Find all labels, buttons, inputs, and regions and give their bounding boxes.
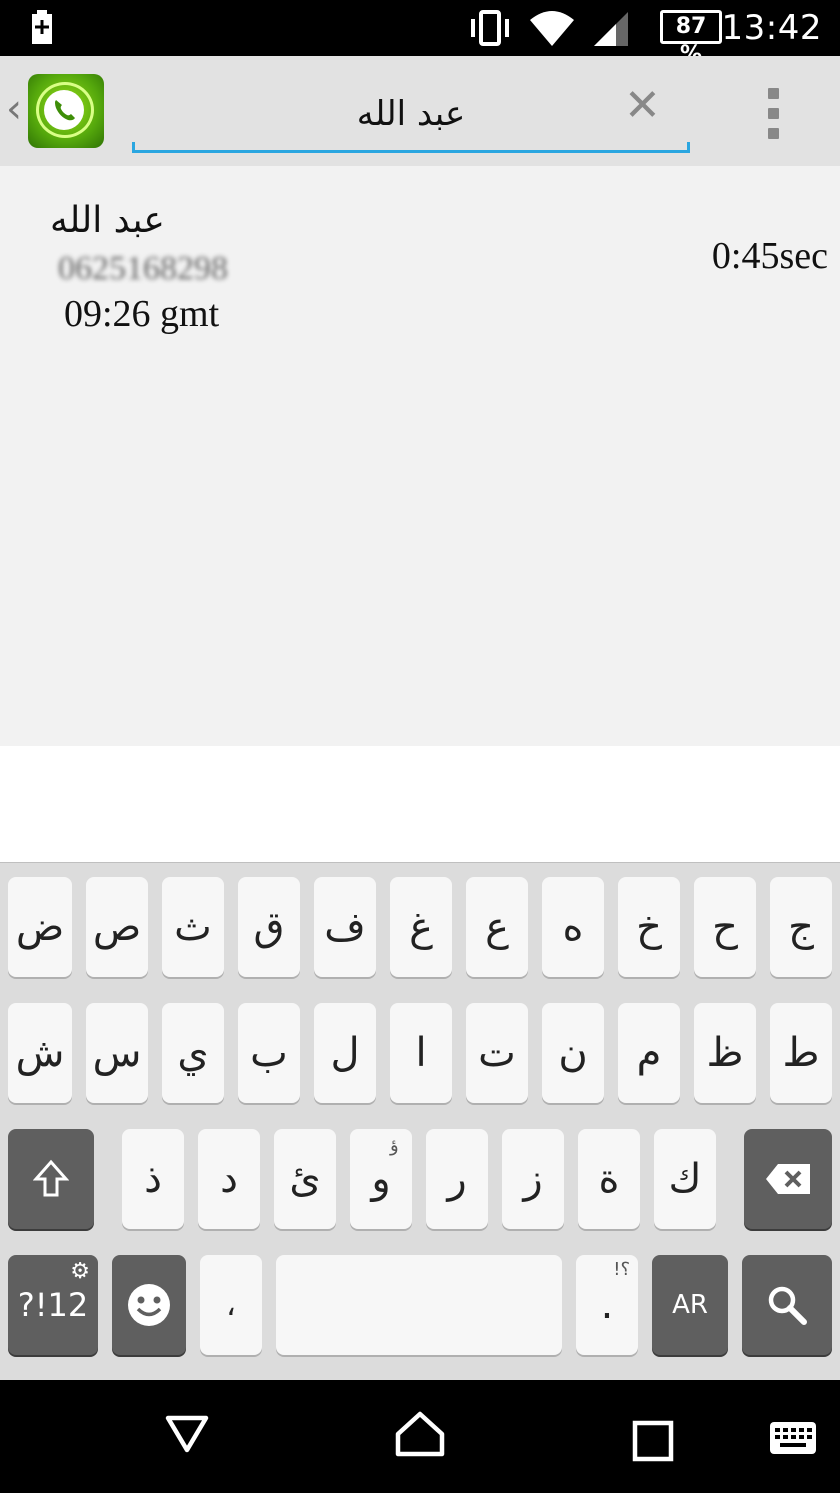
vibrate-icon <box>471 10 509 46</box>
signal-icon <box>594 12 628 46</box>
key-label: . <box>600 1282 614 1328</box>
backspace-icon <box>766 1164 810 1194</box>
contact-number: 0625168298 <box>58 250 228 287</box>
search-input[interactable] <box>132 76 690 152</box>
clear-icon[interactable]: ✕ <box>624 84 661 128</box>
contact-name: عبد الله <box>50 200 165 241</box>
backspace-key[interactable] <box>744 1129 832 1229</box>
app-phone-icon[interactable] <box>28 74 104 148</box>
wifi-icon <box>530 11 574 46</box>
key[interactable]: ع <box>466 877 528 977</box>
battery-indicator: 87 % <box>660 10 722 67</box>
settings-gear-icon: ⚙ <box>70 1259 90 1284</box>
search-key[interactable] <box>742 1255 832 1355</box>
key[interactable]: ة <box>578 1129 640 1229</box>
key[interactable]: ت <box>466 1003 528 1103</box>
overflow-menu-icon[interactable] <box>768 88 780 140</box>
battery-charging-icon <box>32 10 52 44</box>
emoji-icon <box>128 1284 170 1326</box>
key[interactable]: غ <box>390 877 452 977</box>
key[interactable]: ظ <box>694 1003 756 1103</box>
key[interactable]: ا <box>390 1003 452 1103</box>
keyboard-switch-icon[interactable] <box>768 1420 818 1456</box>
home-icon[interactable] <box>394 1410 446 1458</box>
key[interactable]: ي <box>162 1003 224 1103</box>
key[interactable]: ض <box>8 877 72 977</box>
key[interactable]: ص <box>86 877 148 977</box>
soft-keyboard: ض ص ث ق ف غ ع ه خ ح ج ش س ي ب ل ا ت ن م … <box>0 862 840 1381</box>
key[interactable]: ح <box>694 877 756 977</box>
shift-icon <box>33 1159 69 1197</box>
shift-key[interactable] <box>8 1129 94 1229</box>
key[interactable]: ث <box>162 877 224 977</box>
key[interactable]: ك <box>654 1129 716 1229</box>
key[interactable]: س <box>86 1003 148 1103</box>
search-underline <box>132 142 690 153</box>
key[interactable]: ه <box>542 877 604 977</box>
key-hint: !؟ <box>613 1259 630 1280</box>
key[interactable]: ذ <box>122 1129 184 1229</box>
emoji-key[interactable] <box>112 1255 186 1355</box>
space-key[interactable] <box>276 1255 562 1355</box>
key[interactable]: م <box>618 1003 680 1103</box>
key[interactable]: ن <box>542 1003 604 1103</box>
language-key[interactable]: AR <box>652 1255 728 1355</box>
key-with-hint[interactable]: ؤ و <box>350 1129 412 1229</box>
key[interactable]: ش <box>8 1003 72 1103</box>
key[interactable]: ط <box>770 1003 832 1103</box>
key[interactable]: ف <box>314 877 376 977</box>
status-bar: 87 % 13:42 <box>0 0 840 67</box>
call-duration: 0:45sec <box>711 235 828 277</box>
search-box[interactable] <box>132 76 690 156</box>
key[interactable]: ر <box>426 1129 488 1229</box>
call-log-list: عبد الله 0625168298 09:26 gmt 0:45sec <box>0 166 840 740</box>
key-hint: ؤ <box>390 1135 399 1156</box>
key-label: و <box>371 1156 391 1202</box>
comma-key[interactable]: ، <box>200 1255 262 1355</box>
symbols-key[interactable]: ⚙ ?!12 <box>8 1255 98 1355</box>
key[interactable]: ب <box>238 1003 300 1103</box>
back-icon[interactable] <box>164 1412 210 1456</box>
symbols-label: ?!12 <box>17 1286 89 1324</box>
recents-icon[interactable] <box>632 1420 674 1462</box>
status-time: 13:42 <box>721 8 822 48</box>
key[interactable]: ئ <box>274 1129 336 1229</box>
key[interactable]: ز <box>502 1129 564 1229</box>
search-icon <box>768 1286 807 1325</box>
content-gap <box>0 746 840 862</box>
key[interactable]: ل <box>314 1003 376 1103</box>
period-key[interactable]: !؟ . <box>576 1255 638 1355</box>
key[interactable]: ق <box>238 877 300 977</box>
action-bar: ‹ ✕ <box>0 56 840 166</box>
back-chevron-icon[interactable]: ‹ <box>6 86 22 132</box>
call-time: 09:26 gmt <box>64 293 220 335</box>
key[interactable]: د <box>198 1129 260 1229</box>
key[interactable]: خ <box>618 877 680 977</box>
key[interactable]: ج <box>770 877 832 977</box>
navigation-bar <box>0 1380 840 1493</box>
